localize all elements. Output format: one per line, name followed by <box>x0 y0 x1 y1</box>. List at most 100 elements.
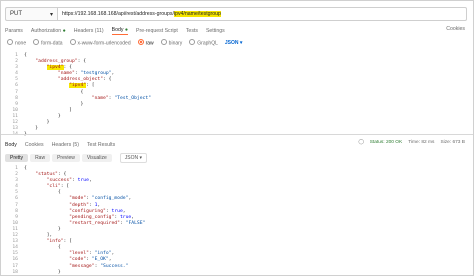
body-type-graphql[interactable]: GraphQL <box>189 39 218 47</box>
tab-label: Settings <box>205 28 225 34</box>
globe-icon: ◯ <box>358 140 364 145</box>
chevron-down-icon: ▾ <box>49 11 53 18</box>
code-token: "address_object" <box>57 77 104 83</box>
code-token: "success" <box>46 178 72 184</box>
request-url-bar: PUT ▾ https://192.168.168.168/api/rest/a… <box>5 6 467 22</box>
code-token: , <box>108 257 112 263</box>
code-token: "level" <box>69 251 89 257</box>
code-token: { <box>24 53 27 58</box>
tab-label: Headers (11) <box>73 28 104 34</box>
tab-authorization[interactable]: Authorization ● <box>31 28 66 34</box>
code-token: "status" <box>35 172 58 178</box>
code-token: "Success." <box>100 263 129 269</box>
response-time: Time: 82 ms <box>408 140 435 145</box>
code-token: "FALSE" <box>125 220 146 226</box>
body-type-binary[interactable]: binary <box>160 39 183 47</box>
view-mode-preview[interactable]: Preview <box>52 154 80 162</box>
code-token: } <box>24 126 39 132</box>
code-token: : [ <box>86 83 95 89</box>
response-view-modes: Pretty Raw Preview Visualize JSON ▾ <box>5 153 148 163</box>
code-token: "Test_Object" <box>114 95 152 101</box>
code-token: "info" <box>46 239 64 245</box>
body-type-label: x-www-form-urlencoded <box>77 40 131 47</box>
tab-pre-request-script[interactable]: Pre-request Script <box>136 28 178 34</box>
body-type-none[interactable]: none <box>7 39 26 47</box>
view-mode-visualize[interactable]: Visualize <box>81 154 112 162</box>
response-size: Size: 673 B <box>440 140 465 145</box>
request-body-editor[interactable]: 1{2 "address_group": {3 "ipv4": {4 "name… <box>5 53 151 138</box>
highlighted-key: "ipv4" <box>69 83 87 89</box>
view-mode-raw[interactable]: Raw <box>30 154 51 162</box>
tab-headers-11[interactable]: Headers (11) <box>74 28 104 34</box>
chevron-down-icon: ▾ <box>138 155 143 161</box>
code-token: { <box>24 89 84 95</box>
pane-divider[interactable] <box>1 134 473 135</box>
response-tabs: Body Cookies Headers (5) Test Results <box>5 140 115 150</box>
tab-label: Params <box>5 28 23 34</box>
method-label: PUT <box>10 11 22 17</box>
body-type-raw[interactable]: raw <box>137 39 154 47</box>
radio-icon <box>137 39 144 46</box>
request-tabs: Params Authorization ● Headers (11) Body ● P… <box>5 26 225 36</box>
body-format-label: JSON <box>224 40 239 46</box>
response-tab-test-results[interactable]: Test Results <box>87 142 115 148</box>
url-prefix: https://192.168.168.168/api/rest/address… <box>62 11 174 17</box>
view-mode-pretty[interactable]: Pretty <box>5 154 29 162</box>
code-token: "E_OK" <box>91 257 109 263</box>
body-type-x-www-form-urlencoded[interactable]: x-www-form-urlencoded <box>69 39 131 47</box>
code-token: true <box>119 214 132 220</box>
body-type-form-data[interactable]: form-data <box>33 39 63 47</box>
tab-params[interactable]: Params <box>5 28 23 34</box>
tab-tests[interactable]: Tests <box>186 28 198 34</box>
response-tab-body[interactable]: Body <box>5 142 17 148</box>
response-tab-headers-5[interactable]: Headers (5) <box>52 142 79 148</box>
body-type-label: raw <box>145 40 154 47</box>
code-token: : { <box>103 77 112 83</box>
body-format-select[interactable]: JSON ▾ <box>225 40 243 46</box>
url-input[interactable]: https://192.168.168.168/api/rest/address… <box>57 7 467 21</box>
code-token: } <box>24 269 61 275</box>
tab-body[interactable]: Body ● <box>111 27 129 35</box>
code-token: , <box>97 202 101 208</box>
method-select[interactable]: PUT ▾ <box>5 7 57 21</box>
code-token: "mode" <box>69 196 87 202</box>
code-token: "address_group" <box>35 59 78 65</box>
radio-icon <box>7 39 13 46</box>
code-token: ], <box>24 233 53 239</box>
code-token: { <box>24 245 61 251</box>
response-tab-cookies[interactable]: Cookies <box>25 142 44 148</box>
radio-icon <box>33 39 40 46</box>
code-token: "info" <box>94 251 112 257</box>
tab-settings[interactable]: Settings <box>206 28 225 34</box>
code-token: "configuring" <box>69 208 106 214</box>
code-token: : { <box>77 59 87 65</box>
cookies-link[interactable]: Cookies <box>446 26 465 32</box>
body-type-label: binary <box>168 40 183 47</box>
status-code: Status: 200 OK <box>369 140 403 145</box>
code-token: "config_mode" <box>91 196 129 202</box>
code-token: true <box>111 208 123 214</box>
code-token: , <box>131 214 135 220</box>
code-token: } <box>24 101 84 107</box>
response-body-viewer[interactable]: 1{2 "status": {3 "success": true, 4 "cli"… <box>5 166 146 275</box>
url-highlighted-path: ipv4/name/testgroup <box>173 11 221 17</box>
code-token: : [ <box>60 184 70 190</box>
response-format-label: JSON <box>124 155 139 161</box>
response-format-select[interactable]: JSON ▾ <box>119 153 148 163</box>
code-token: , <box>111 251 115 257</box>
code-token: "code" <box>69 257 87 263</box>
code-token: , <box>122 208 126 214</box>
tab-label: Pre-request Script <box>136 28 178 34</box>
code-token: } <box>24 226 61 232</box>
